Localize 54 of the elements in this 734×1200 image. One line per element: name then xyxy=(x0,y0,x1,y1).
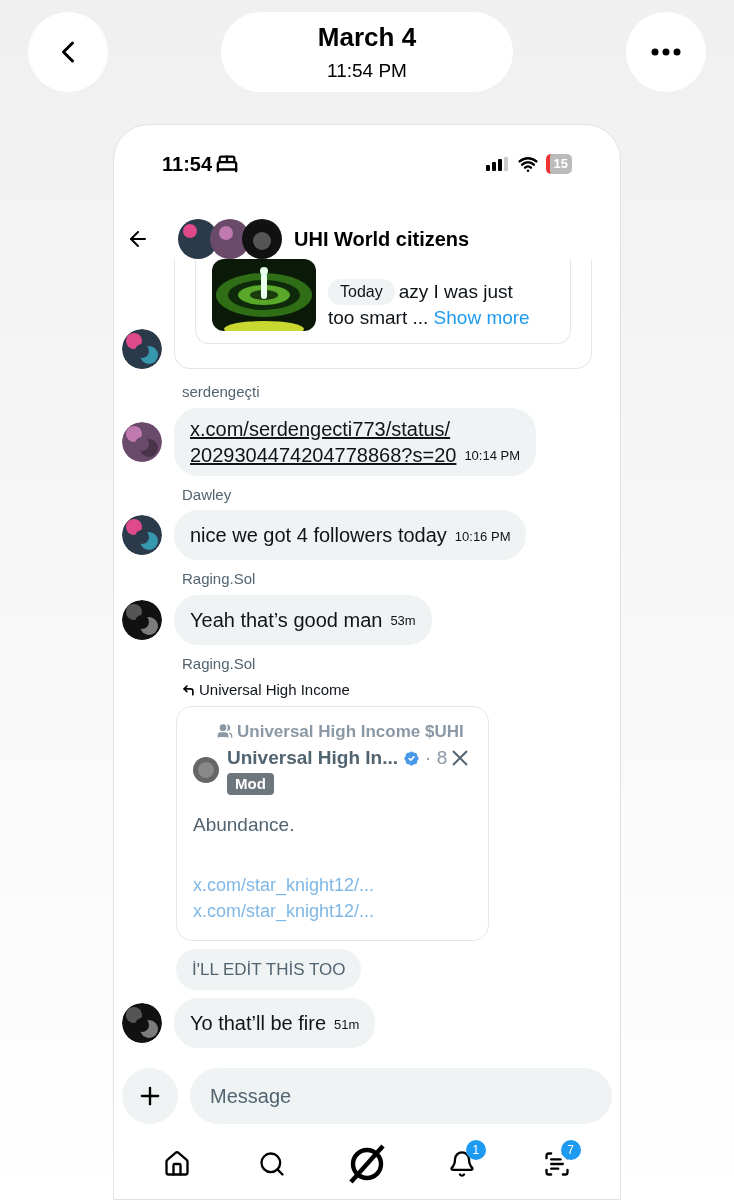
sender-name: serdengeçti xyxy=(182,382,261,402)
message-link[interactable]: 2029304474204778868?s=20 xyxy=(190,441,457,468)
avatar[interactable] xyxy=(122,1003,162,1043)
date-text: March 4 xyxy=(317,21,417,55)
link-preview-card[interactable]: Today azy I was just too smart ... Show more xyxy=(195,259,571,344)
chat-title: UHI World citizens xyxy=(294,227,470,252)
message-text: Yo that’ll be fire xyxy=(190,1011,326,1036)
message-text: Yeah that’s good man xyxy=(190,607,383,633)
sender-name: Dawley xyxy=(182,484,233,505)
message-field[interactable]: Message xyxy=(190,1068,612,1124)
time-text: 11:54 PM xyxy=(327,59,407,84)
preview-text: too smart ... xyxy=(328,307,429,328)
message-time: 10:14 PM xyxy=(464,447,521,465)
signal-icon xyxy=(485,157,510,171)
notifications-tab[interactable]: 1 xyxy=(437,1140,486,1188)
post-text: Abundance. xyxy=(193,813,296,837)
day-label: Today xyxy=(328,279,395,305)
status-time: 11:54 xyxy=(162,152,213,177)
bed-icon xyxy=(216,153,239,175)
avatar[interactable] xyxy=(122,515,162,555)
preview-text: azy I was just xyxy=(398,280,513,304)
sender-name: Raging.Sol xyxy=(182,653,257,674)
post-age: · 8 xyxy=(425,746,448,770)
add-button[interactable] xyxy=(122,1068,178,1124)
message-bubble: İ'LL EDİT THİS TOO xyxy=(176,948,362,990)
x-logo-icon xyxy=(451,749,470,768)
home-icon xyxy=(163,1150,192,1178)
more-icon xyxy=(651,48,681,56)
avatar[interactable] xyxy=(122,599,162,640)
show-more-link[interactable]: Show more xyxy=(433,307,530,328)
mod-badge: Mod xyxy=(227,772,274,795)
community-icon xyxy=(217,723,233,740)
messages-tab[interactable]: 7 xyxy=(532,1140,581,1188)
post-author: Universal High In... xyxy=(227,746,399,770)
avatar[interactable] xyxy=(122,329,162,369)
message-time: 10:16 PM xyxy=(454,527,511,546)
reply-target: Universal High Income xyxy=(199,680,350,700)
search-icon xyxy=(258,1150,287,1178)
notification-badge: 7 xyxy=(560,1140,581,1160)
message-link[interactable]: x.com/serdengecti773/status/ xyxy=(190,415,457,442)
group-avatars-drawing[interactable] xyxy=(178,219,282,259)
message-text: nice we got 4 followers today xyxy=(190,523,447,548)
message-time: 53m xyxy=(390,612,416,630)
post-link[interactable]: x.com/star_knight12/... xyxy=(193,871,472,898)
avatar[interactable] xyxy=(122,421,162,462)
quoted-post-card[interactable]: Universal High Income $UHI Universal High In... · 8 Mod Abundance. x.com/star_knight12/... x.com/star_knight12/... xyxy=(176,705,489,941)
sender-name: Raging.Sol xyxy=(182,569,257,589)
community-name: Universal High Income $UHI xyxy=(237,720,464,743)
wifi-icon xyxy=(517,154,538,174)
message-time: 51m xyxy=(334,1015,360,1034)
battery-indicator: 15 xyxy=(545,154,572,174)
notification-badge: 1 xyxy=(465,1140,486,1160)
post-link[interactable]: x.com/star_knight12/... xyxy=(193,897,472,924)
reply-icon xyxy=(182,683,195,697)
